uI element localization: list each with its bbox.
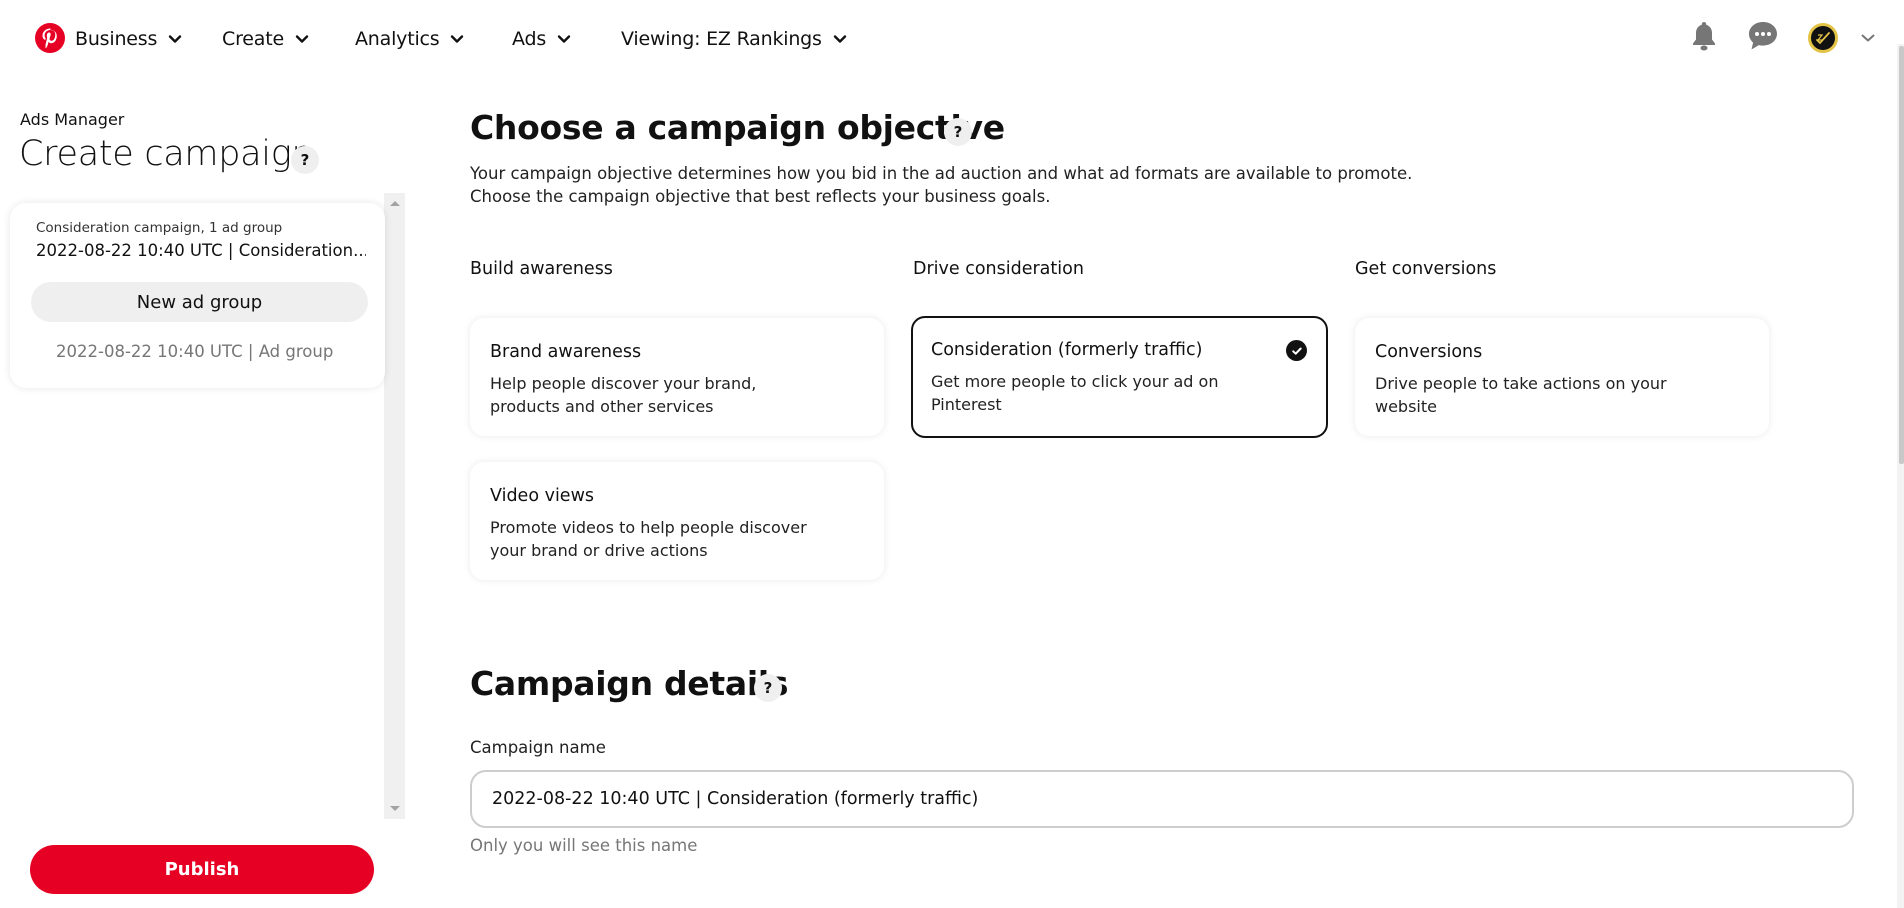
objective-card-description: Promote videos to help people discover y… [490, 518, 807, 560]
column-heading-get-conversions: Get conversions [1355, 259, 1497, 279]
scroll-down-arrow-icon[interactable] [390, 806, 400, 811]
objective-card-title: Brand awareness [490, 342, 642, 362]
chevron-down-icon [168, 35, 182, 43]
objective-card-video-views[interactable]: Video views Promote videos to help peopl… [470, 462, 884, 580]
scroll-up-arrow-icon[interactable] [390, 201, 400, 206]
nav-create-label: Create [222, 28, 284, 50]
chat-icon [1749, 22, 1777, 50]
objective-description-line-1: Your campaign objective determines how y… [470, 164, 1413, 183]
objective-card-conversions[interactable]: Conversions Drive people to take actions… [1355, 318, 1769, 436]
page-scrollbar-thumb[interactable] [1899, 46, 1904, 464]
objective-description-line-2: Choose the campaign objective that best … [470, 187, 1051, 206]
chevron-down-icon [557, 35, 571, 43]
page-title: Create campaign [19, 134, 314, 174]
objective-card-title: Consideration (formerly traffic) [931, 340, 1203, 360]
sidebar-scrollbar[interactable] [384, 193, 405, 819]
bell-icon [1693, 22, 1715, 51]
objective-card-description: Drive people to take actions on your web… [1375, 374, 1667, 416]
campaign-details-heading: Campaign details [470, 664, 789, 703]
campaign-name-helper-text: Only you will see this name [470, 836, 698, 855]
account-logo-icon [1816, 32, 1830, 45]
help-icon[interactable]: ? [754, 674, 782, 702]
nav-ads-menu[interactable]: Ads [512, 24, 572, 54]
messages-button[interactable] [1747, 20, 1779, 52]
chevron-down-icon [833, 35, 846, 43]
objective-card-title: Conversions [1375, 342, 1483, 362]
objective-card-description: Help people discover your brand, product… [490, 374, 757, 416]
column-heading-drive-consideration: Drive consideration [913, 259, 1084, 279]
avatar[interactable] [1808, 23, 1838, 53]
nav-analytics-label: Analytics [355, 28, 440, 50]
objective-heading: Choose a campaign objective [470, 108, 1005, 147]
help-icon[interactable]: ? [944, 118, 972, 146]
nav-business-label: Business [75, 28, 158, 50]
nav-viewing-account-menu[interactable]: Viewing: EZ Rankings [621, 24, 848, 54]
campaign-name-input[interactable] [470, 770, 1854, 828]
help-icon[interactable]: ? [291, 146, 319, 174]
campaign-tree-card: Consideration campaign, 1 ad group 2022-… [10, 203, 385, 388]
chevron-down-icon [295, 35, 309, 43]
objective-card-title: Video views [490, 486, 595, 506]
objective-card-consideration[interactable]: Consideration (formerly traffic) Get mor… [911, 316, 1328, 438]
account-menu-chevron-down-icon[interactable] [1860, 30, 1876, 46]
breadcrumb-ads-manager: Ads Manager [20, 110, 125, 129]
new-ad-group-button[interactable]: New ad group [31, 282, 368, 322]
objective-description: Your campaign objective determines how y… [470, 162, 1412, 208]
objective-card-brand-awareness[interactable]: Brand awareness Help people discover you… [470, 318, 884, 436]
nav-viewing-label: Viewing: EZ Rankings [621, 28, 822, 50]
nav-ads-label: Ads [512, 28, 547, 50]
campaign-tree-item[interactable]: 2022-08-22 10:40 UTC | Consideration... [36, 241, 366, 260]
campaign-name-label: Campaign name [470, 738, 606, 757]
nav-analytics-menu[interactable]: Analytics [355, 24, 465, 54]
nav-create-menu[interactable]: Create [222, 24, 310, 54]
nav-business-menu[interactable]: Business [75, 24, 183, 54]
top-navigation: Business Create Analytics Ads Viewing: E… [0, 0, 1904, 78]
campaign-summary: Consideration campaign, 1 ad group [36, 220, 283, 236]
column-heading-build-awareness: Build awareness [470, 259, 613, 279]
pinterest-logo-icon[interactable] [35, 23, 65, 53]
publish-button[interactable]: Publish [30, 845, 374, 894]
objective-card-description: Get more people to click your ad on Pint… [931, 372, 1219, 414]
notifications-button[interactable] [1688, 20, 1720, 52]
chevron-down-icon [451, 35, 464, 43]
ad-group-tree-item[interactable]: 2022-08-22 10:40 UTC | Ad group [56, 342, 333, 361]
selected-check-icon [1286, 340, 1307, 361]
